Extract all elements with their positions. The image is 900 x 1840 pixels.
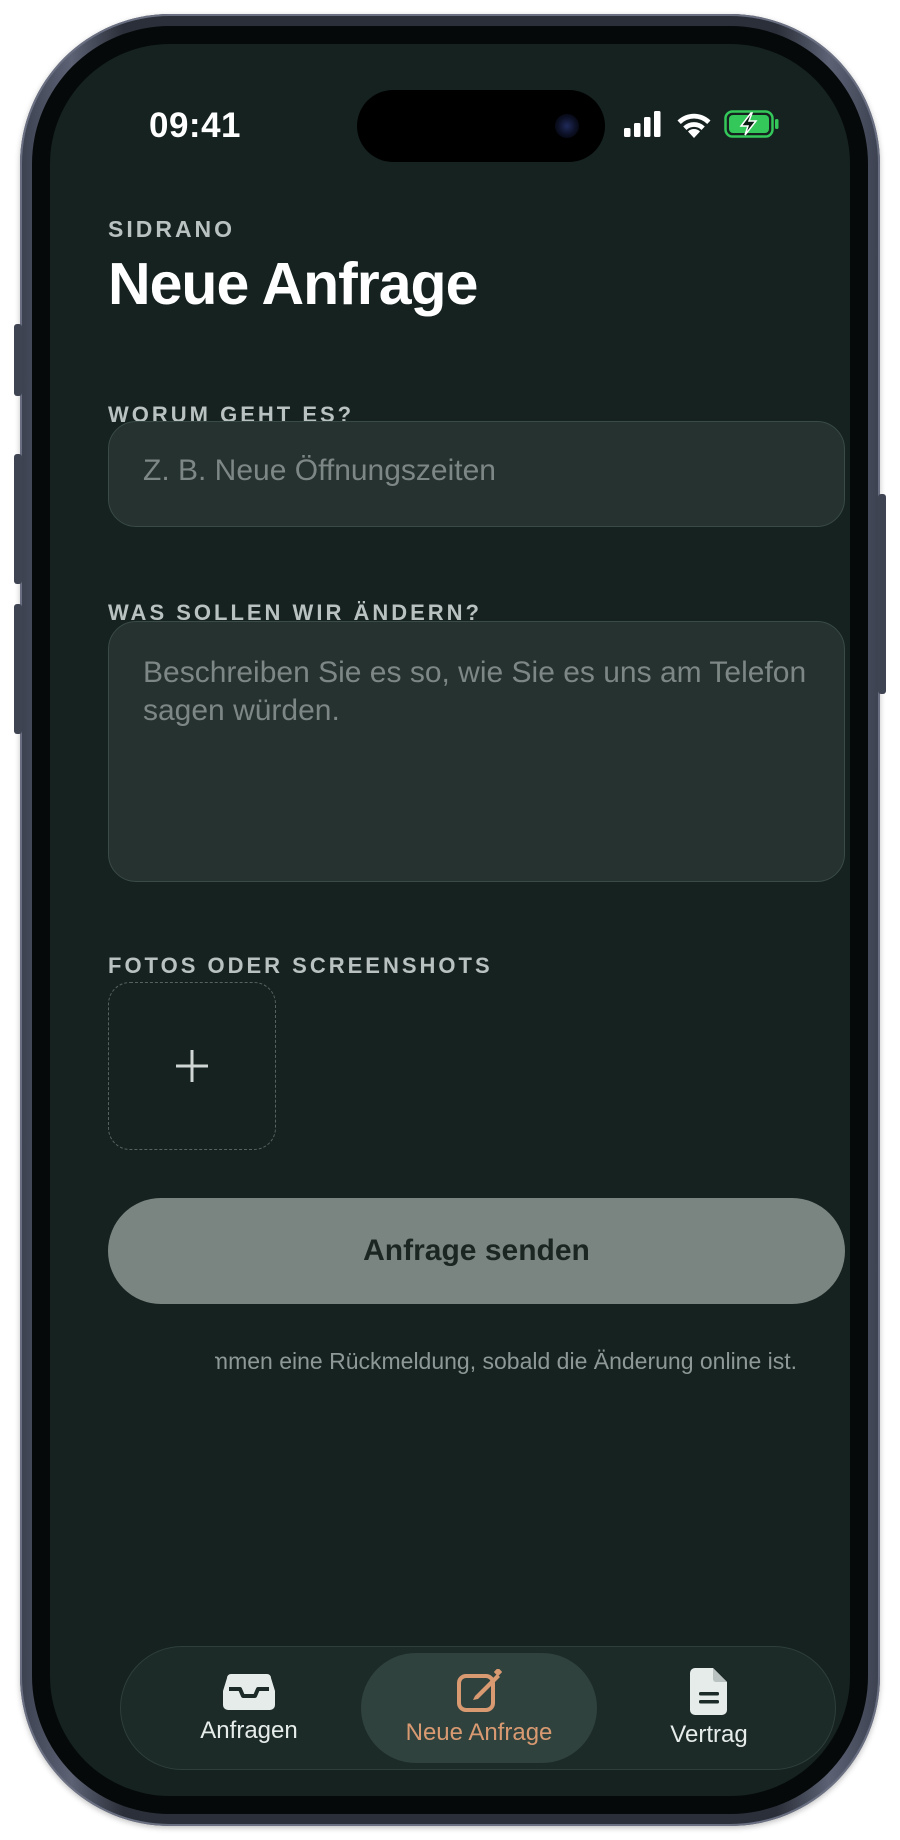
document-icon bbox=[690, 1668, 727, 1715]
status-time: 09:41 bbox=[149, 106, 242, 145]
tab-bar: Anfragen Neue Anfrage Vertrag bbox=[120, 1646, 836, 1770]
hint-text: mmen eine Rückmeldung, sobald die Änderu… bbox=[208, 1348, 798, 1374]
wifi-icon bbox=[677, 113, 711, 138]
volume-down-button bbox=[14, 604, 22, 734]
tab-anfragen[interactable]: Anfragen bbox=[131, 1653, 367, 1763]
topic-input[interactable]: Z. B. Neue Öffnungszeiten bbox=[108, 421, 845, 527]
device-frame: 09:41 SIDRANO Neue Anfrage WORUM GEHT ES… bbox=[14, 14, 886, 1826]
tab-label: Anfragen bbox=[200, 1717, 298, 1744]
add-photo-button[interactable] bbox=[108, 982, 276, 1150]
send-request-button[interactable]: Anfrage senden bbox=[108, 1198, 845, 1304]
power-button bbox=[878, 494, 886, 694]
camera-icon bbox=[555, 114, 579, 138]
description-placeholder: Beschreiben Sie es so, wie Sie es uns am… bbox=[143, 656, 807, 727]
volume-up-button bbox=[14, 454, 22, 584]
tab-label: Vertrag bbox=[670, 1721, 748, 1748]
compose-icon bbox=[457, 1669, 502, 1712]
overlay-artifact bbox=[110, 1340, 215, 1426]
inbox-icon bbox=[223, 1674, 275, 1710]
dynamic-island bbox=[357, 90, 605, 162]
tab-label: Neue Anfrage bbox=[405, 1719, 553, 1746]
topic-placeholder: Z. B. Neue Öffnungszeiten bbox=[143, 454, 496, 487]
status-icons bbox=[624, 110, 780, 138]
plus-icon bbox=[176, 1050, 208, 1082]
tab-neue-anfrage[interactable]: Neue Anfrage bbox=[361, 1653, 597, 1763]
photos-label: FOTOS ODER SCREENSHOTS bbox=[108, 953, 493, 978]
description-textarea[interactable]: Beschreiben Sie es so, wie Sie es uns am… bbox=[108, 621, 845, 882]
screen: 09:41 SIDRANO Neue Anfrage WORUM GEHT ES… bbox=[50, 44, 850, 1796]
signal-icon bbox=[624, 111, 661, 137]
brand-eyebrow: SIDRANO bbox=[108, 216, 236, 242]
tab-vertrag[interactable]: Vertrag bbox=[591, 1653, 827, 1763]
page-title: Neue Anfrage bbox=[108, 251, 478, 317]
battery-charging-icon bbox=[724, 110, 779, 138]
action-button bbox=[14, 324, 22, 396]
